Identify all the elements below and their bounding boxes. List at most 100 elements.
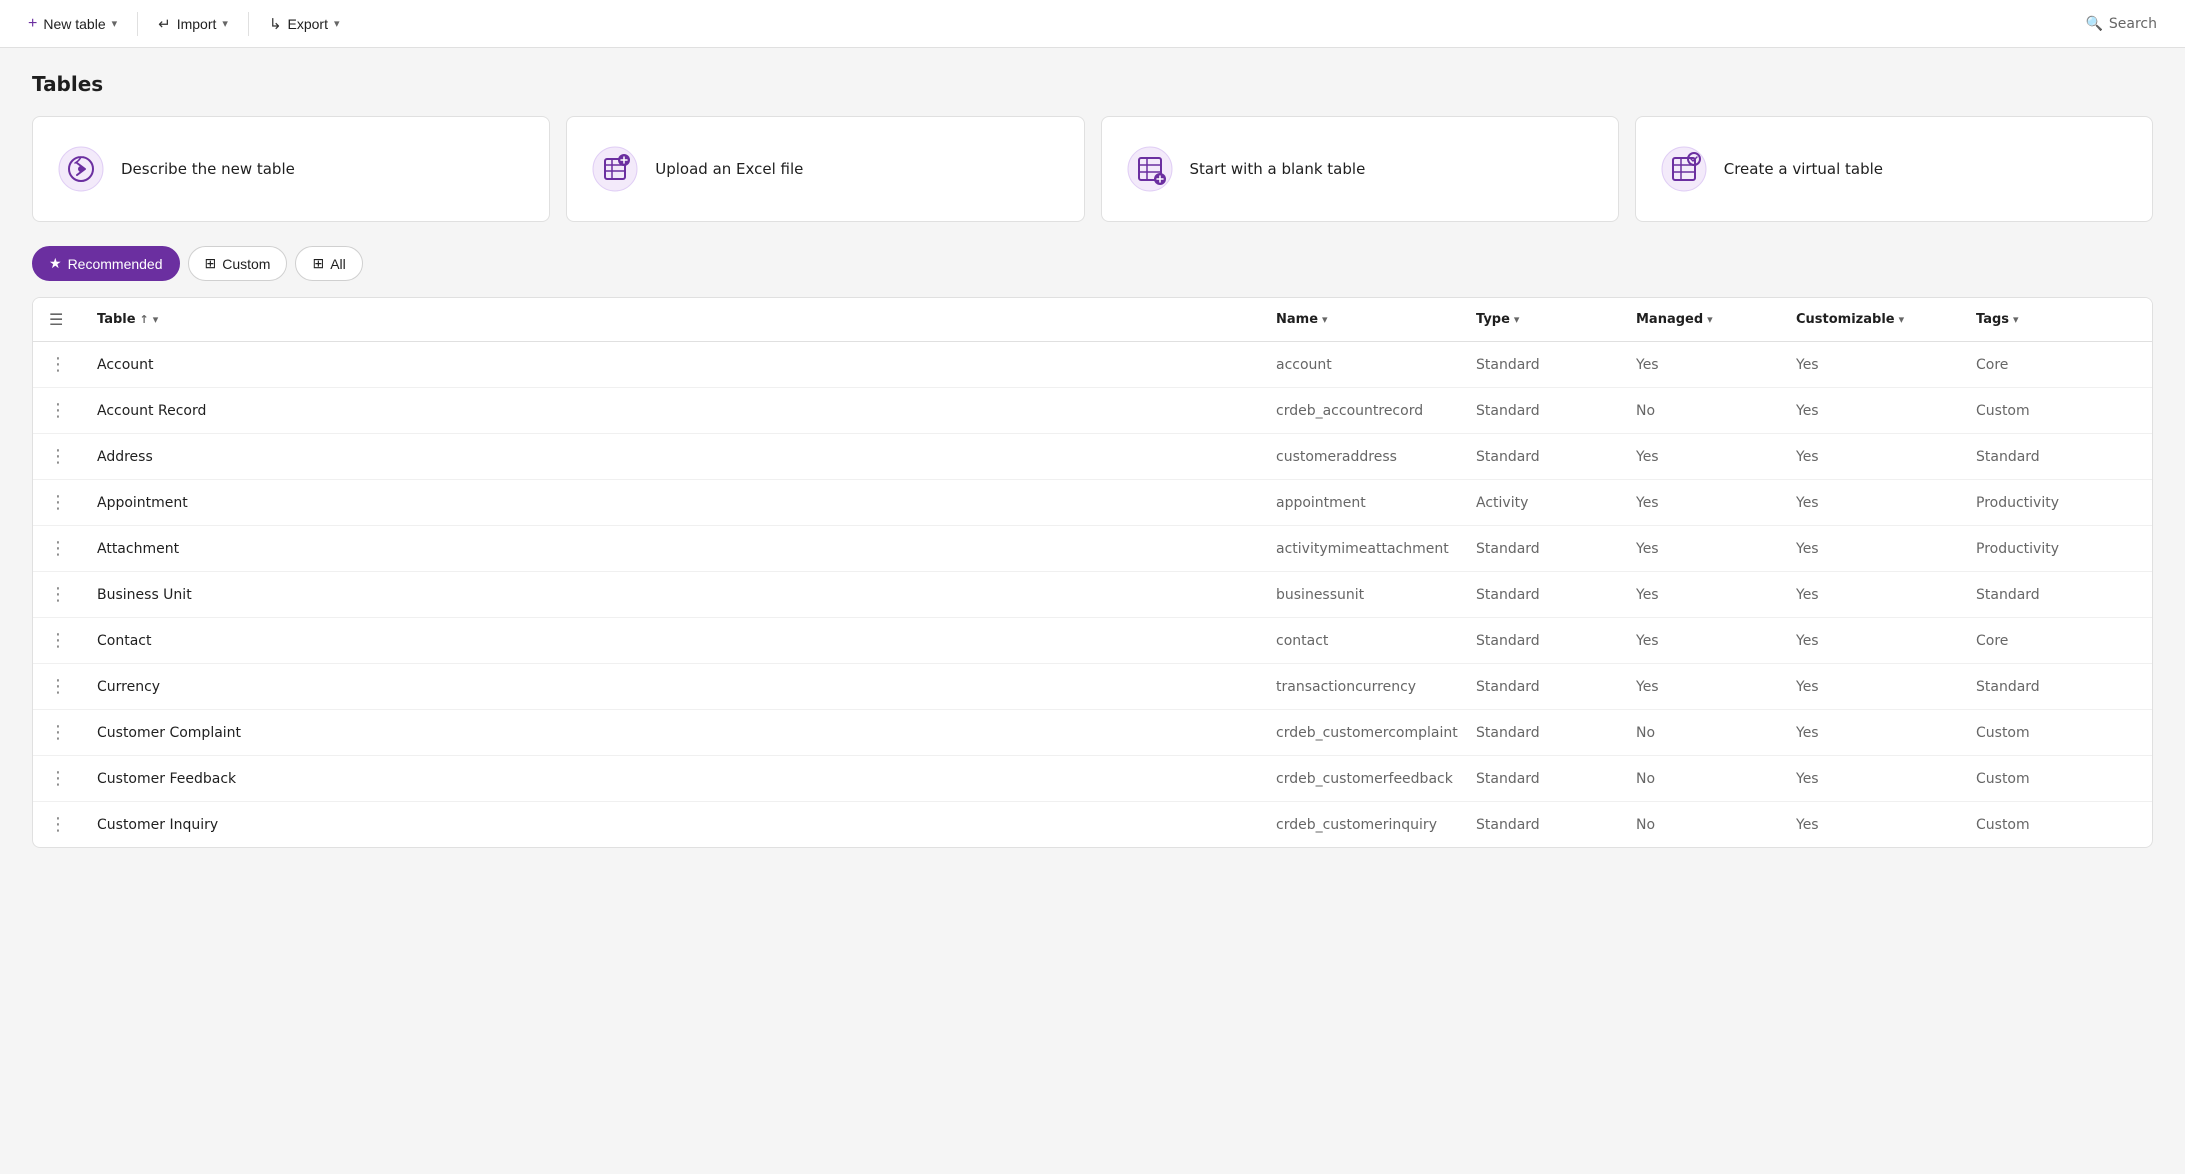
row-customizable: Yes: [1796, 679, 1976, 695]
virtual-table-label: Create a virtual table: [1724, 160, 1883, 178]
row-customizable: Yes: [1796, 587, 1976, 603]
row-managed: No: [1636, 403, 1796, 419]
table-col-chevron-icon: ▾: [153, 313, 159, 326]
upload-excel-label: Upload an Excel file: [655, 160, 803, 178]
virtual-table-icon: [1660, 145, 1708, 193]
upload-excel-icon: [591, 145, 639, 193]
type-col-chevron-icon: ▾: [1514, 313, 1520, 326]
row-controls: ⋮: [49, 814, 97, 835]
table-row[interactable]: ⋮ Currency transactioncurrency Standard …: [33, 664, 2152, 710]
dots-menu-icon[interactable]: ⋮: [49, 722, 68, 743]
table-row[interactable]: ⋮ Contact contact Standard Yes Yes Core: [33, 618, 2152, 664]
tags-col-chevron-icon: ▾: [2013, 313, 2019, 326]
dots-menu-icon[interactable]: ⋮: [49, 676, 68, 697]
name-col-chevron-icon: ▾: [1322, 313, 1328, 326]
row-type: Activity: [1476, 495, 1636, 511]
table-row[interactable]: ⋮ Business Unit businessunit Standard Ye…: [33, 572, 2152, 618]
custom-grid-icon: ⊞: [205, 255, 217, 272]
divider-1: [137, 12, 138, 36]
dots-menu-icon[interactable]: ⋮: [49, 768, 68, 789]
row-controls: ⋮: [49, 538, 97, 559]
column-header-managed[interactable]: Managed ▾: [1636, 312, 1796, 327]
export-icon: ↳: [269, 15, 282, 33]
column-header-name[interactable]: Name ▾: [1276, 312, 1476, 327]
row-customizable: Yes: [1796, 725, 1976, 741]
row-customizable: Yes: [1796, 403, 1976, 419]
row-managed: Yes: [1636, 449, 1796, 465]
row-tags: Productivity: [1976, 495, 2136, 511]
row-name: contact: [1276, 633, 1476, 649]
sort-asc-icon: ↑: [140, 313, 149, 326]
row-controls: ⋮: [49, 768, 97, 789]
dots-menu-icon[interactable]: ⋮: [49, 814, 68, 835]
recommended-label: Recommended: [68, 256, 163, 272]
table-row[interactable]: ⋮ Appointment appointment Activity Yes Y…: [33, 480, 2152, 526]
list-view-icon: ☰: [49, 310, 63, 329]
row-type: Standard: [1476, 679, 1636, 695]
customizable-col-chevron-icon: ▾: [1899, 313, 1905, 326]
virtual-table-card[interactable]: Create a virtual table: [1635, 116, 2153, 222]
row-controls: ⋮: [49, 354, 97, 375]
filter-recommended[interactable]: ★ Recommended: [32, 246, 180, 281]
row-controls: ⋮: [49, 584, 97, 605]
row-managed: Yes: [1636, 357, 1796, 373]
custom-label: Custom: [222, 256, 270, 272]
toolbar: + New table ▾ ↵ Import ▾ ↳ Export ▾ 🔍 Se…: [0, 0, 2185, 48]
row-type: Standard: [1476, 357, 1636, 373]
row-managed: Yes: [1636, 633, 1796, 649]
blank-table-card[interactable]: Start with a blank table: [1101, 116, 1619, 222]
row-type: Standard: [1476, 587, 1636, 603]
row-tags: Standard: [1976, 679, 2136, 695]
column-header-type[interactable]: Type ▾: [1476, 312, 1636, 327]
search-button[interactable]: 🔍 Search: [2073, 10, 2169, 38]
main-content: Tables Describe the new table: [0, 48, 2185, 872]
table-row[interactable]: ⋮ Customer Inquiry crdeb_customerinquiry…: [33, 802, 2152, 847]
row-customizable: Yes: [1796, 771, 1976, 787]
row-managed: Yes: [1636, 495, 1796, 511]
dots-menu-icon[interactable]: ⋮: [49, 400, 68, 421]
row-table-name: Address: [97, 449, 1276, 465]
new-table-label: New table: [43, 16, 105, 32]
export-chevron-icon: ▾: [334, 17, 340, 30]
upload-excel-card[interactable]: Upload an Excel file: [566, 116, 1084, 222]
column-header-tags[interactable]: Tags ▾: [1976, 312, 2136, 327]
import-button[interactable]: ↵ Import ▾: [146, 9, 240, 39]
table-row[interactable]: ⋮ Attachment activitymimeattachment Stan…: [33, 526, 2152, 572]
column-header-customizable[interactable]: Customizable ▾: [1796, 312, 1976, 327]
export-button[interactable]: ↳ Export ▾: [257, 9, 352, 39]
table-row[interactable]: ⋮ Account account Standard Yes Yes Core: [33, 342, 2152, 388]
dots-menu-icon[interactable]: ⋮: [49, 538, 68, 559]
row-name: activitymimeattachment: [1276, 541, 1476, 557]
column-table-label: Table: [97, 312, 136, 327]
row-table-name: Account Record: [97, 403, 1276, 419]
column-managed-label: Managed: [1636, 312, 1703, 327]
row-tags: Standard: [1976, 587, 2136, 603]
table-row[interactable]: ⋮ Customer Feedback crdeb_customerfeedba…: [33, 756, 2152, 802]
filter-custom[interactable]: ⊞ Custom: [188, 246, 288, 281]
dots-menu-icon[interactable]: ⋮: [49, 492, 68, 513]
describe-table-card[interactable]: Describe the new table: [32, 116, 550, 222]
row-table-name: Customer Complaint: [97, 725, 1276, 741]
describe-table-label: Describe the new table: [121, 160, 295, 178]
search-icon: 🔍: [2085, 16, 2102, 32]
row-managed: No: [1636, 725, 1796, 741]
all-grid-icon: ⊞: [312, 255, 324, 272]
table-row[interactable]: ⋮ Address customeraddress Standard Yes Y…: [33, 434, 2152, 480]
row-managed: Yes: [1636, 679, 1796, 695]
new-table-button[interactable]: + New table ▾: [16, 9, 129, 39]
row-tags: Custom: [1976, 403, 2136, 419]
dots-menu-icon[interactable]: ⋮: [49, 584, 68, 605]
dots-menu-icon[interactable]: ⋮: [49, 354, 68, 375]
dots-menu-icon[interactable]: ⋮: [49, 630, 68, 651]
row-controls: ⋮: [49, 400, 97, 421]
table-row[interactable]: ⋮ Customer Complaint crdeb_customercompl…: [33, 710, 2152, 756]
row-name: businessunit: [1276, 587, 1476, 603]
column-header-table[interactable]: Table ↑ ▾: [97, 312, 1276, 327]
row-controls: ⋮: [49, 722, 97, 743]
table-row[interactable]: ⋮ Account Record crdeb_accountrecord Sta…: [33, 388, 2152, 434]
new-table-chevron-icon: ▾: [112, 17, 118, 30]
filter-all[interactable]: ⊞ All: [295, 246, 362, 281]
dots-menu-icon[interactable]: ⋮: [49, 446, 68, 467]
plus-icon: +: [28, 15, 37, 33]
blank-table-label: Start with a blank table: [1190, 160, 1366, 178]
